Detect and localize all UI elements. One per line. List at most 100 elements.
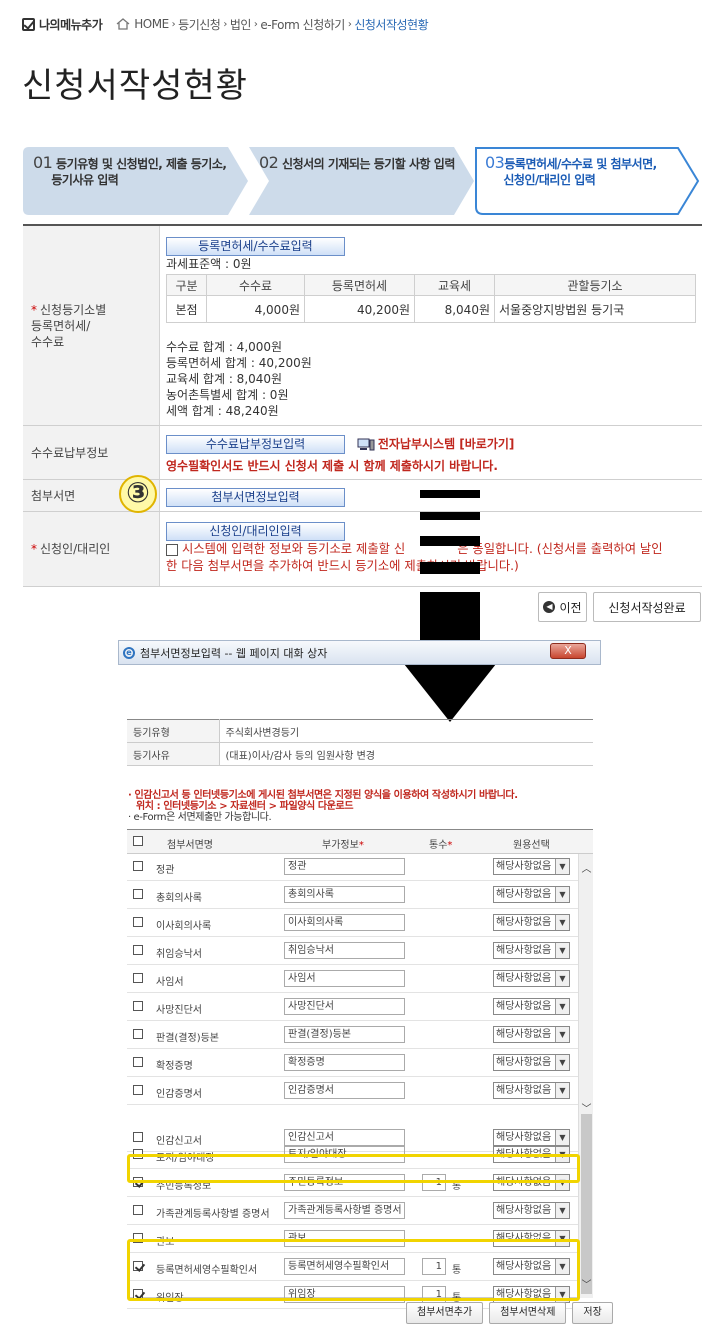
doc-extra-info-input[interactable]: 가족관계등록사항별 증명서 <box>284 1202 405 1219</box>
doc-reference-select[interactable]: 해당사항없음 ▼ <box>493 886 570 903</box>
breadcrumb-home[interactable]: HOME <box>134 17 169 31</box>
doc-extra-info-input[interactable]: 취임승낙서 <box>284 942 405 959</box>
step-2-text: 02 신청서의 기재되는 등기할 사항 입력 <box>259 155 455 172</box>
tax-base-text: 과세표준액 : 0원 <box>166 257 252 271</box>
doc-checkbox[interactable] <box>133 889 147 900</box>
select-value: 해당사항없음 <box>496 973 552 984</box>
doc-extra-info-input[interactable]: 사망진단서 <box>284 998 405 1015</box>
doc-reference-select[interactable]: 해당사항없음 ▼ <box>493 1054 570 1071</box>
breadcrumb-item[interactable]: 법인 <box>230 16 252 33</box>
step-1: 01 등기유형 및 신청법인, 제출 등기소, 등기사유 입력 <box>23 147 249 215</box>
attach-input-button[interactable]: 첨부서면정보입력 <box>166 488 345 507</box>
doc-checkbox[interactable] <box>133 861 147 872</box>
notice-line-2: 위치 : 인터넷등기소 > 자료센터 > 파일양식 다운로드 <box>136 801 354 812</box>
info-value: (대표)이사/감사 등의 임원사항 변경 <box>219 742 593 766</box>
doc-table-header: 첨부서면명 부가정보* 통수* 원용선택 <box>127 829 593 854</box>
doc-reference-select[interactable]: 해당사항없음 ▼ <box>493 914 570 931</box>
scroll-up-icon[interactable]: ︿ <box>579 862 594 877</box>
doc-extra-info-input[interactable]: 인감증명서 <box>284 1082 405 1099</box>
required-mark: * <box>358 840 364 851</box>
step-1-line1: 등기유형 및 신청법인, 제출 등기소, <box>56 157 227 171</box>
table-header: 관할등기소 <box>494 274 696 296</box>
doc-checkbox[interactable] <box>133 1001 147 1012</box>
complete-button[interactable]: 신청서작성완료 <box>593 592 701 622</box>
doc-checkbox[interactable] <box>133 1085 147 1096</box>
checkbox-box <box>133 917 143 927</box>
chevron-down-icon: ▼ <box>555 859 569 874</box>
doc-reference-select[interactable]: 해당사항없음 ▼ <box>493 1082 570 1099</box>
save-button[interactable]: 저장 <box>572 1302 613 1324</box>
payment-input-button[interactable]: 수수료납부정보입력 <box>166 435 345 454</box>
doc-extra-info-input[interactable]: 확정증명 <box>284 1054 405 1071</box>
chevron-down-icon: ▼ <box>555 1055 569 1070</box>
select-value: 해당사항없음 <box>496 1085 552 1096</box>
doc-reference-select[interactable]: 해당사항없음 ▼ <box>493 1202 570 1219</box>
doc-reference-select[interactable]: 해당사항없음 ▼ <box>493 942 570 959</box>
prev-button[interactable]: ◀ 이전 <box>538 592 587 622</box>
fee-label-line1: 신청등기소별 <box>40 302 107 317</box>
scroll-down-icon[interactable]: ﹀ <box>579 1278 594 1293</box>
doc-checkbox[interactable] <box>133 945 147 956</box>
payment-row: 수수료납부정보 수수료납부정보입력 전자납부시스템 [바로가기] 영수필확인서도… <box>23 426 702 480</box>
payment-warning: 영수필확인서도 반드시 신청서 제출 시 함께 제출하시기 바랍니다. <box>166 459 498 473</box>
total-tax-sum: 세액 합계 : 48,240원 <box>166 404 279 418</box>
doc-name: 확정증명 <box>156 1061 193 1072</box>
table-cell: 본점 <box>166 295 207 323</box>
doc-row: 가족관계등록사항별 증명서 가족관계등록사항별 증명서 해당사항없음 ▼ <box>127 1198 578 1225</box>
step-1-num: 01 <box>33 153 53 172</box>
chevron-down-icon: ▼ <box>555 1203 569 1218</box>
add-doc-button[interactable]: 첨부서면추가 <box>406 1302 484 1324</box>
doc-row: 취임승낙서 취임승낙서 해당사항없음 ▼ <box>127 938 578 965</box>
agree-checkbox[interactable] <box>166 543 178 556</box>
table-row: 본점 4,000원 40,200원 8,040원 서울중앙지방법원 등기국 <box>166 295 696 323</box>
checkbox-box <box>133 1057 143 1067</box>
doc-reference-select[interactable]: 해당사항없음 ▼ <box>493 1026 570 1043</box>
table-cell: 40,200원 <box>304 295 415 323</box>
doc-extra-info-input[interactable]: 판결(결정)등본 <box>284 1026 405 1043</box>
doc-reference-select[interactable]: 해당사항없음 ▼ <box>493 858 570 875</box>
doc-reference-select[interactable]: 해당사항없음 ▼ <box>493 998 570 1015</box>
table-cell: 4,000원 <box>206 295 305 323</box>
delete-doc-button[interactable]: 첨부서면삭제 <box>489 1302 567 1324</box>
doc-checkbox[interactable] <box>133 1205 147 1216</box>
payment-label: 수수료납부정보 <box>23 426 160 479</box>
step-3-text: 03등록면허세/수수료 및 첨부서면, 신청인/대리인 입력 <box>485 155 657 188</box>
chevron-left-icon: ◀ <box>543 601 556 613</box>
scroll-down-icon[interactable]: ﹀ <box>579 1102 594 1117</box>
doc-reference-select[interactable]: 해당사항없음 ▼ <box>493 970 570 987</box>
table-header: 교육세 <box>414 274 495 296</box>
doc-row: 총회의사록 총회의사록 해당사항없음 ▼ <box>127 882 578 909</box>
doc-checkbox[interactable] <box>133 1057 147 1068</box>
dialog-close-button[interactable]: X <box>550 643 586 659</box>
chevron-right-icon: › <box>253 18 258 30</box>
highlight-box <box>127 1239 580 1301</box>
notice-line-3: · e-Form은 서면제출만 가능합니다. <box>128 812 272 823</box>
fee-input-button[interactable]: 등록면허세/수수료입력 <box>166 237 345 256</box>
applicant-input-button[interactable]: 신청인/대리인입력 <box>166 522 345 541</box>
checkbox-box <box>133 973 143 983</box>
add-my-menu-button[interactable]: 나의메뉴추가 <box>22 16 103 33</box>
doc-extra-info-input[interactable]: 사임서 <box>284 970 405 987</box>
checkbox-box <box>133 1205 143 1215</box>
scroll-thumb[interactable] <box>581 1114 592 1294</box>
doc-extra-info-input[interactable]: 이사회의사록 <box>284 914 405 931</box>
breadcrumb-item[interactable]: e-Form 신청하기 <box>260 16 345 33</box>
table-header: 수수료 <box>206 274 305 296</box>
checkmark-icon <box>22 17 35 31</box>
header-count-label: 통수 <box>429 840 448 851</box>
scrollbar[interactable]: ︿ ﹀ ﹀ <box>578 854 593 1298</box>
checkbox-box <box>133 1132 143 1142</box>
e-payment-link[interactable]: 전자납부시스템 [바로가기] <box>378 437 515 451</box>
doc-checkbox[interactable] <box>133 917 147 928</box>
doc-checkbox[interactable] <box>133 973 147 984</box>
doc-extra-info-input[interactable]: 정관 <box>284 858 405 875</box>
table-header: 구분 <box>166 274 207 296</box>
dialog-notice: · 인감신고서 등 인터넷등기소에 게시된 첨부서면은 지정된 양식을 이용하여… <box>128 790 518 823</box>
doc-extra-info-input[interactable]: 총회의사록 <box>284 886 405 903</box>
select-all-checkbox[interactable] <box>133 836 143 846</box>
header-count: 통수* <box>429 836 452 851</box>
breadcrumb-item[interactable]: 등기신청 <box>178 16 221 33</box>
applicant-row: * 신청인/대리인 신청인/대리인입력 시스템에 입력한 정보와 등기소로 제출할… <box>23 512 702 587</box>
doc-checkbox[interactable] <box>133 1029 147 1040</box>
checkbox-box <box>133 861 143 871</box>
